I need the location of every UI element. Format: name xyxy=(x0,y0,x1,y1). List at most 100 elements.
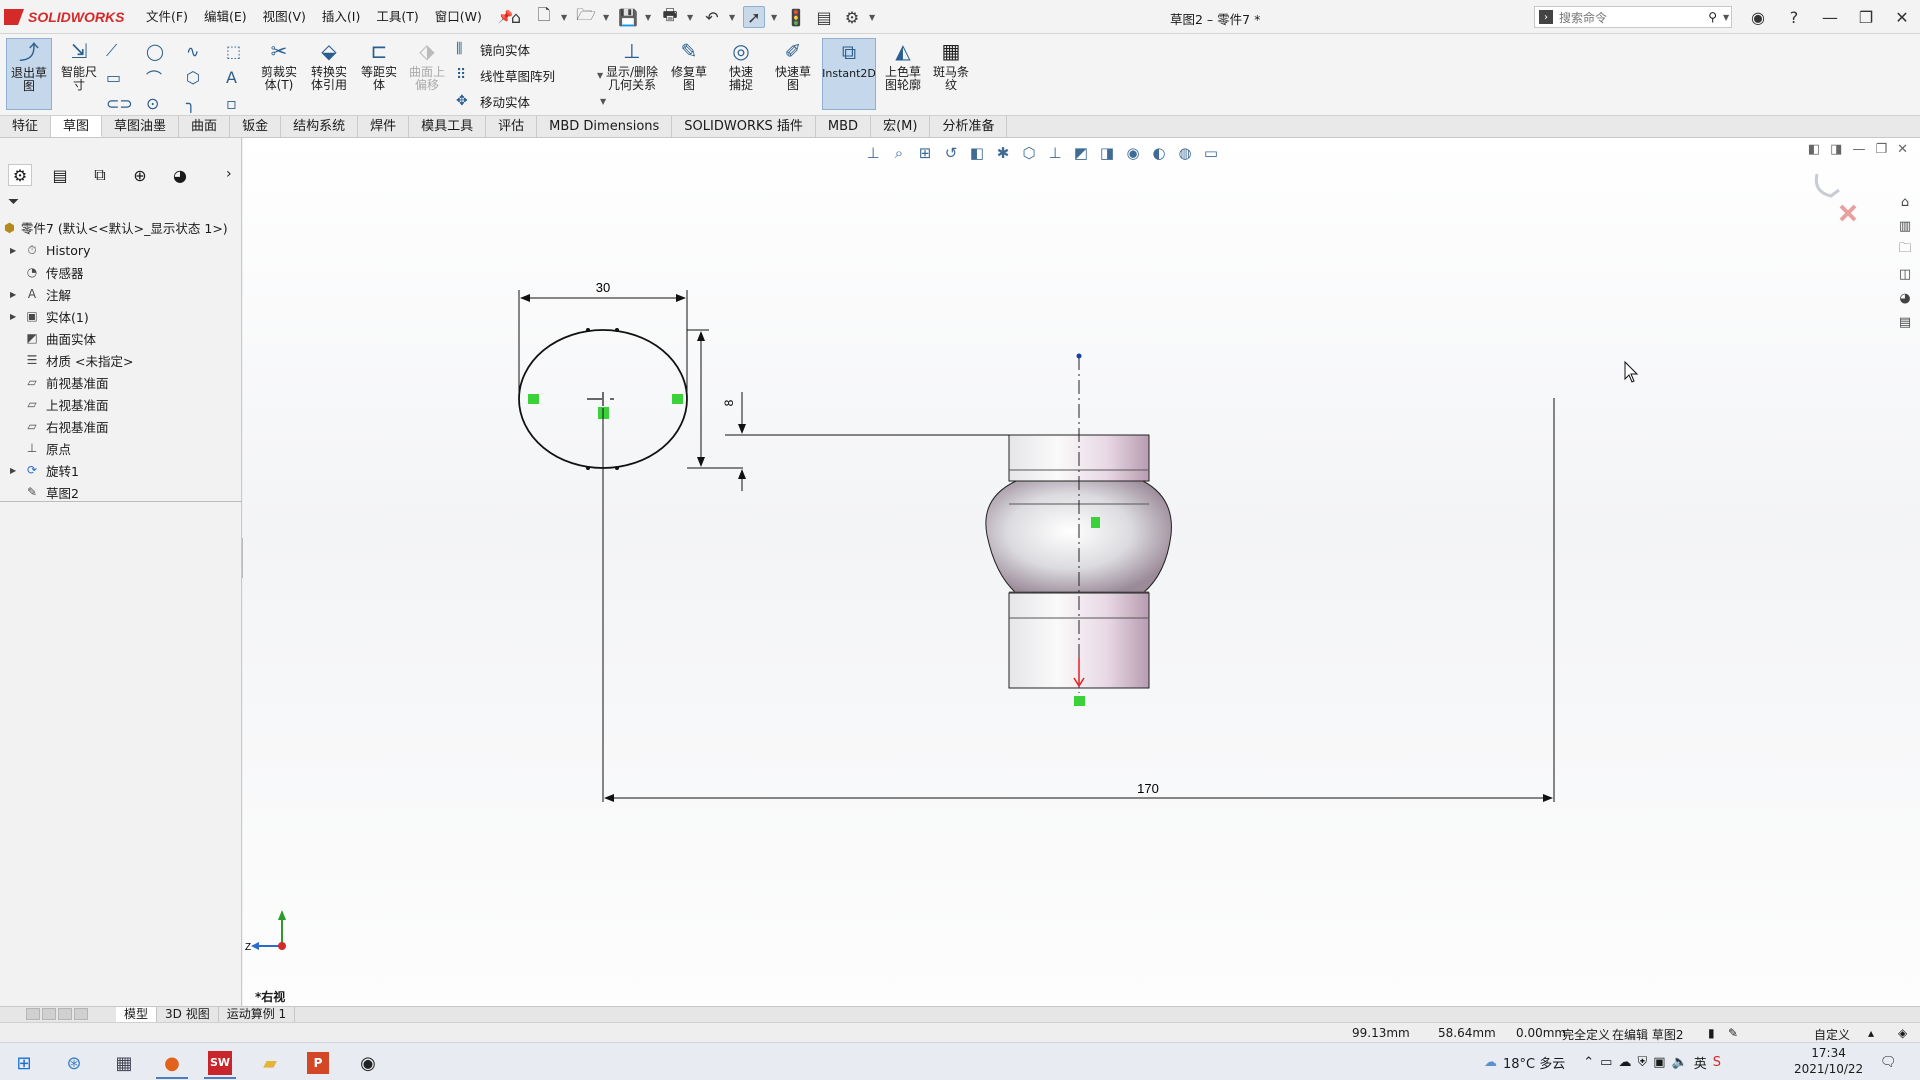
dimension-offset-value[interactable]: 8 xyxy=(722,399,736,406)
tree-item[interactable]: ▱ 前视基准面 xyxy=(10,371,133,393)
network-icon[interactable]: ▣ xyxy=(1653,1055,1665,1070)
security-icon[interactable]: ⛨ xyxy=(1637,1055,1647,1070)
quick-tips-icon[interactable]: ✎ xyxy=(1728,1026,1738,1040)
print-icon[interactable]: 🖶 xyxy=(659,5,681,28)
polygon-tool-icon[interactable]: ⬡ xyxy=(186,64,226,90)
search-command-box[interactable]: › 搜索命令 ⚲ ▼ xyxy=(1534,6,1732,28)
vertical-relation-icon[interactable] xyxy=(1091,517,1100,528)
file-properties-icon[interactable]: ▤ xyxy=(813,6,835,28)
open-dropdown-icon[interactable]: ▼ xyxy=(603,13,611,22)
solidworks-logo[interactable]: SOLIDWORKS xyxy=(4,7,124,27)
input-method-icon[interactable]: 英 xyxy=(1694,1053,1707,1072)
tree-item[interactable]: ▱ 右视基准面 xyxy=(10,415,133,437)
smart-dimension-button[interactable]: ⇲ 智能尺寸 xyxy=(56,38,102,110)
display-manager-icon[interactable]: ◕ xyxy=(168,164,192,186)
menu-tools[interactable]: 工具(T) xyxy=(368,8,426,26)
configuration-manager-icon[interactable]: ⧉ xyxy=(88,164,112,186)
tree-root-part[interactable]: ⬢ 零件7 (默认<<默认>_显示状态 1>) xyxy=(4,218,228,237)
unit-system[interactable]: 自定义 xyxy=(1814,1026,1850,1043)
powerpoint-icon[interactable]: P xyxy=(298,1047,338,1079)
tab-7[interactable]: 模具工具 xyxy=(409,116,487,137)
point-tool-icon[interactable]: ⊙ xyxy=(146,90,186,116)
tab-motion-study[interactable]: 运动算例 1 xyxy=(219,1007,296,1022)
tree-item[interactable]: ☰ 材质 <未指定> xyxy=(10,349,134,371)
display-relations-button[interactable]: ⊥ 显示/删除几何关系 xyxy=(602,38,662,110)
select-dropdown-icon[interactable]: ▼ xyxy=(771,13,779,22)
arc-tool-icon[interactable]: ⌒ xyxy=(146,64,186,90)
expand-arrow-icon[interactable]: ▶ xyxy=(10,466,18,475)
solidworks-taskbar-icon[interactable]: SW xyxy=(200,1047,240,1079)
undo-icon[interactable]: ↶ xyxy=(701,6,723,28)
options-gear-icon[interactable]: ⚙ xyxy=(841,6,863,28)
instant2d-button[interactable]: ⧉ Instant2D xyxy=(822,38,876,110)
options-dropdown-icon[interactable]: ▼ xyxy=(869,13,877,22)
tab-6[interactable]: 焊件 xyxy=(358,116,410,137)
search-input[interactable]: 搜索命令 xyxy=(1559,9,1702,26)
dimension-span-value[interactable]: 170 xyxy=(1137,781,1159,796)
menu-window[interactable]: 窗口(W) xyxy=(427,8,490,26)
ellipse-center-point[interactable] xyxy=(587,392,614,406)
tab-scroll-arrows[interactable] xyxy=(26,1007,116,1022)
linear-pattern-button[interactable]: ⠿ 线性草图阵列 ▼ xyxy=(456,64,605,86)
tab-12[interactable]: 宏(M) xyxy=(871,116,931,137)
weather-text[interactable]: 18°C 多云 xyxy=(1503,1053,1565,1072)
tab-11[interactable]: MBD xyxy=(816,116,872,137)
first-tab-arrow-icon[interactable] xyxy=(26,1007,40,1020)
tab-1[interactable]: 草图 xyxy=(51,116,103,137)
feature-manager-icon[interactable]: ⚙ xyxy=(8,164,32,186)
rebuild-traffic-light-icon[interactable]: 🚦 xyxy=(785,6,807,28)
search-dropdown-icon[interactable]: ▼ xyxy=(1723,13,1731,22)
volume-icon[interactable]: 🔈 xyxy=(1672,1055,1688,1070)
slot-tool-icon[interactable]: ⊂⊃ xyxy=(106,90,146,116)
expand-arrow-icon[interactable]: ▶ xyxy=(10,290,18,299)
expand-arrow-icon[interactable]: ▶ xyxy=(10,312,18,321)
weather-icon[interactable]: ☁ xyxy=(1484,1055,1497,1070)
rapid-sketch-button[interactable]: ✐ 快速草图 xyxy=(770,38,816,110)
new-document-icon[interactable]: 🗋 xyxy=(533,5,555,28)
battery-icon[interactable]: ▭ xyxy=(1600,1055,1612,1070)
tab-model[interactable]: 模型 xyxy=(116,1007,158,1022)
tree-item[interactable]: ▶ ▣ 实体(1) xyxy=(10,305,133,327)
tree-item[interactable]: ▱ 上视基准面 xyxy=(10,393,133,415)
mirror-entities-button[interactable]: ⫼ 镜向实体 xyxy=(456,38,530,60)
tab-10[interactable]: SOLIDWORKS 插件 xyxy=(672,116,816,137)
quick-snaps-button[interactable]: ◎ 快速捕捉 xyxy=(718,38,764,110)
next-tab-arrow-icon[interactable] xyxy=(58,1007,72,1020)
tab-8[interactable]: 评估 xyxy=(486,116,538,137)
new-dropdown-icon[interactable]: ▼ xyxy=(561,13,569,22)
fillet-tool-icon[interactable]: ╮ xyxy=(186,90,226,116)
rectangle-tool-icon[interactable]: ▭ xyxy=(106,64,146,90)
undo-dropdown-icon[interactable]: ▼ xyxy=(729,13,737,22)
dimension-offset[interactable]: 8 xyxy=(695,392,1009,491)
move-entities-button[interactable]: ✥ 移动实体 ▼ xyxy=(456,90,608,112)
obs-icon[interactable]: ◉ xyxy=(348,1047,388,1079)
offset-on-surface-button[interactable]: ⬗ 曲面上偏移 xyxy=(404,38,450,110)
last-tab-arrow-icon[interactable] xyxy=(74,1007,88,1020)
tree-item[interactable]: ▶ ⟳ 旋转1 xyxy=(10,459,133,481)
notification-icon[interactable]: 🗨 xyxy=(1880,1043,1897,1080)
zebra-stripes-button[interactable]: ▦ 斑马条纹 xyxy=(928,38,974,110)
tree-item[interactable]: ▶ ⏱ History xyxy=(10,239,133,261)
tab-3[interactable]: 曲面 xyxy=(179,116,231,137)
appearances-icon[interactable]: ◕ xyxy=(1894,288,1916,308)
filter-icon[interactable]: ⏷ xyxy=(8,194,19,210)
windows-start-icon[interactable]: ⊞ xyxy=(4,1047,44,1079)
menu-edit[interactable]: 编辑(E) xyxy=(196,8,255,26)
custom-properties-icon[interactable]: ▤ xyxy=(1894,312,1916,332)
save-icon[interactable]: 💾 xyxy=(617,6,639,28)
coincident-relation-icon[interactable] xyxy=(1074,696,1085,706)
rebuild-icon[interactable]: ▮ xyxy=(1708,1026,1715,1040)
tree-item[interactable]: ◩ 曲面实体 xyxy=(10,327,133,349)
dimension-width[interactable]: 30 xyxy=(518,280,688,396)
convert-entities-button[interactable]: ⬙ 转换实体引用 xyxy=(306,38,352,110)
exit-sketch-button[interactable]: ⤴ 退出草图 xyxy=(6,38,52,110)
close-button[interactable]: ✕ xyxy=(1884,0,1920,34)
tree-item[interactable]: ✎ 草图2 xyxy=(10,481,133,503)
tab-13[interactable]: 分析准备 xyxy=(930,116,1008,137)
shaded-contours-button[interactable]: ◭ 上色草图轮廓 xyxy=(880,38,926,110)
units-dropdown-icon[interactable]: ▴ xyxy=(1868,1026,1874,1040)
solidworks-resources-icon[interactable]: ⌂ xyxy=(1894,192,1916,212)
menu-view[interactable]: 视图(V) xyxy=(255,8,314,26)
taskbar-clock[interactable]: 17:34 2021/10/22 xyxy=(1794,1045,1863,1077)
tab-9[interactable]: MBD Dimensions xyxy=(537,116,673,137)
